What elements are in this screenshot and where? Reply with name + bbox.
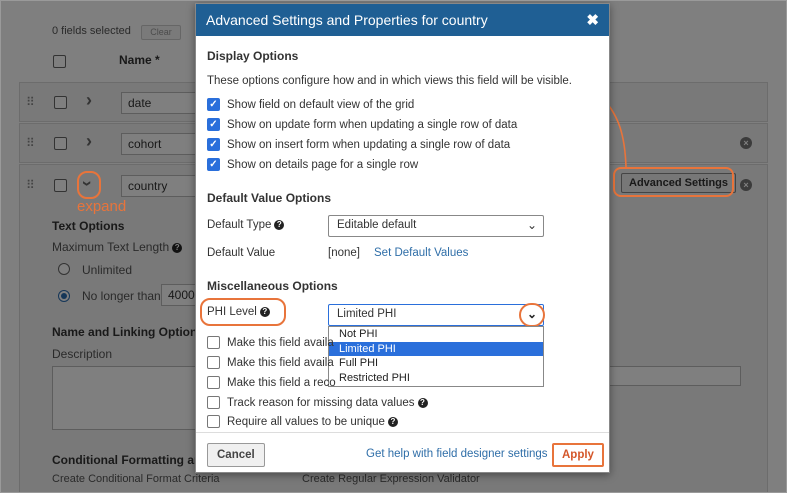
phi-option-limited-phi[interactable]: Limited PHI: [329, 341, 543, 356]
require-unique-checkbox[interactable]: [207, 415, 220, 428]
chevron-down-icon[interactable]: ⌄: [519, 303, 545, 327]
require-unique-label: Require all values to be unique?: [227, 416, 398, 428]
make-available-checkbox-1[interactable]: [207, 336, 220, 349]
misc-options-title: Miscellaneous Options: [207, 279, 338, 293]
cancel-button[interactable]: Cancel: [207, 443, 265, 467]
default-type-label: Default Type?: [207, 219, 285, 231]
help-icon: ?: [417, 398, 428, 408]
modal-footer-divider: [196, 432, 609, 433]
field-designer-help-link[interactable]: Get help with field designer settings: [366, 448, 548, 460]
advanced-settings-modal: Advanced Settings and Properties for cou…: [195, 3, 610, 473]
track-missing-label: Track reason for missing data values?: [227, 397, 428, 409]
phi-option-restricted-phi[interactable]: Restricted PHI: [329, 371, 543, 386]
phi-level-dropdown: Not PHI Limited PHI Full PHI Restricted …: [328, 326, 544, 387]
phi-option-full-phi[interactable]: Full PHI: [329, 356, 543, 371]
track-missing-checkbox[interactable]: [207, 396, 220, 409]
show-on-update-checkbox[interactable]: ✓: [207, 118, 220, 131]
apply-button[interactable]: Apply: [552, 443, 604, 467]
show-on-grid-checkbox[interactable]: ✓: [207, 98, 220, 111]
set-default-values-link[interactable]: Set Default Values: [374, 247, 468, 259]
modal-header: Advanced Settings and Properties for cou…: [196, 4, 609, 36]
make-available-label-1: Make this field availa: [227, 337, 334, 349]
help-icon: ?: [259, 307, 270, 317]
screenshot-frame: 0 fields selected Clear Name * ⠿ › date …: [0, 0, 787, 493]
default-type-select[interactable]: Editable default ⌄: [328, 215, 544, 237]
modal-title: Advanced Settings and Properties for cou…: [206, 12, 488, 28]
show-on-grid-label: Show field on default view of the grid: [227, 99, 415, 111]
chevron-down-icon: ⌄: [526, 218, 537, 232]
show-on-details-label: Show on details page for a single row: [227, 159, 419, 171]
show-on-insert-checkbox[interactable]: ✓: [207, 138, 220, 151]
phi-level-select[interactable]: Limited PHI: [328, 304, 544, 326]
phi-level-label: PHI Level?: [207, 306, 270, 318]
default-value-options-title: Default Value Options: [207, 191, 332, 205]
show-on-insert-label: Show on insert form when updating a sing…: [227, 139, 511, 151]
expand-highlight: [77, 171, 101, 199]
help-icon: ?: [274, 220, 285, 230]
make-available-checkbox-2[interactable]: [207, 356, 220, 369]
default-value-value: [none]: [328, 247, 360, 259]
display-options-description: These options configure how and in which…: [207, 75, 572, 87]
show-on-update-label: Show on update form when updating a sing…: [227, 119, 518, 131]
close-icon[interactable]: ✖: [586, 11, 599, 29]
help-icon: ?: [387, 417, 398, 427]
default-value-label: Default Value: [207, 247, 276, 259]
expand-annotation: expand: [77, 198, 127, 215]
phi-option-not-phi[interactable]: Not PHI: [329, 327, 543, 342]
make-record-checkbox[interactable]: [207, 376, 220, 389]
make-available-label-2: Make this field availa: [227, 357, 334, 369]
show-on-details-checkbox[interactable]: ✓: [207, 158, 220, 171]
display-options-title: Display Options: [207, 49, 299, 63]
make-record-label: Make this field a reco: [227, 377, 336, 389]
